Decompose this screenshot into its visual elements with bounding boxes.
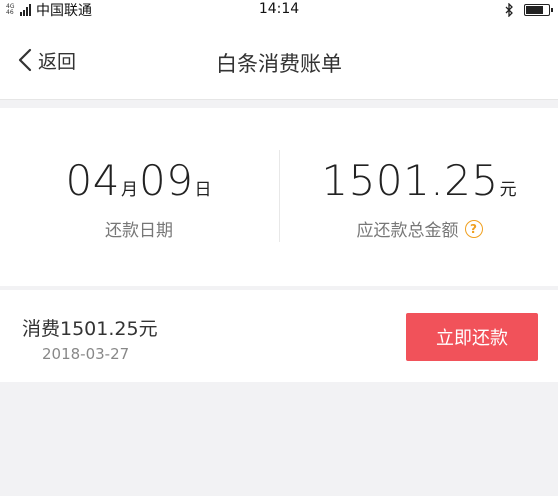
amount-label-wrap: 应还款总金额 ?: [281, 216, 558, 241]
bluetooth-icon: [505, 3, 513, 17]
due-date-value: 04 月 09 日: [0, 156, 278, 205]
repay-now-button[interactable]: 立即还款: [406, 313, 538, 361]
due-date-label: 还款日期: [105, 221, 173, 241]
amount-section: 1501.25 元 应还款总金额 ?: [281, 108, 558, 286]
nav-bar: 返回 白条消费账单: [0, 20, 558, 100]
divider: [279, 150, 280, 242]
due-month: 04: [65, 156, 120, 205]
total-amount: 1501.25: [321, 156, 499, 205]
battery-level: [526, 6, 543, 14]
bill-list-item: 消费1501.25元 2018-03-27 立即还款: [0, 290, 558, 382]
due-day: 09: [139, 156, 194, 205]
page-title: 白条消费账单: [216, 52, 342, 76]
status-time: 14:14: [258, 1, 300, 17]
battery-tip: [551, 8, 553, 12]
day-unit: 日: [194, 180, 212, 200]
bill-date: 2018-03-27: [42, 345, 130, 363]
bill-summary-card: 04 月 09 日 还款日期 1501.25 元 应还款总金额 ?: [0, 108, 558, 286]
amount-unit: 元: [499, 180, 517, 200]
battery-icon: [524, 4, 553, 16]
status-right: [505, 2, 553, 18]
month-unit: 月: [121, 180, 138, 200]
amount-label: 应还款总金额: [356, 221, 459, 241]
due-date-section: 04 月 09 日 还款日期: [0, 108, 278, 286]
status-bar: 4G 46 中国联通 14:14: [0, 0, 558, 20]
amount-value: 1501.25 元: [281, 156, 558, 205]
due-date-label-wrap: 还款日期: [0, 216, 278, 241]
question-circle-icon[interactable]: ?: [464, 219, 483, 238]
bill-title: 消费1501.25元: [22, 318, 158, 340]
